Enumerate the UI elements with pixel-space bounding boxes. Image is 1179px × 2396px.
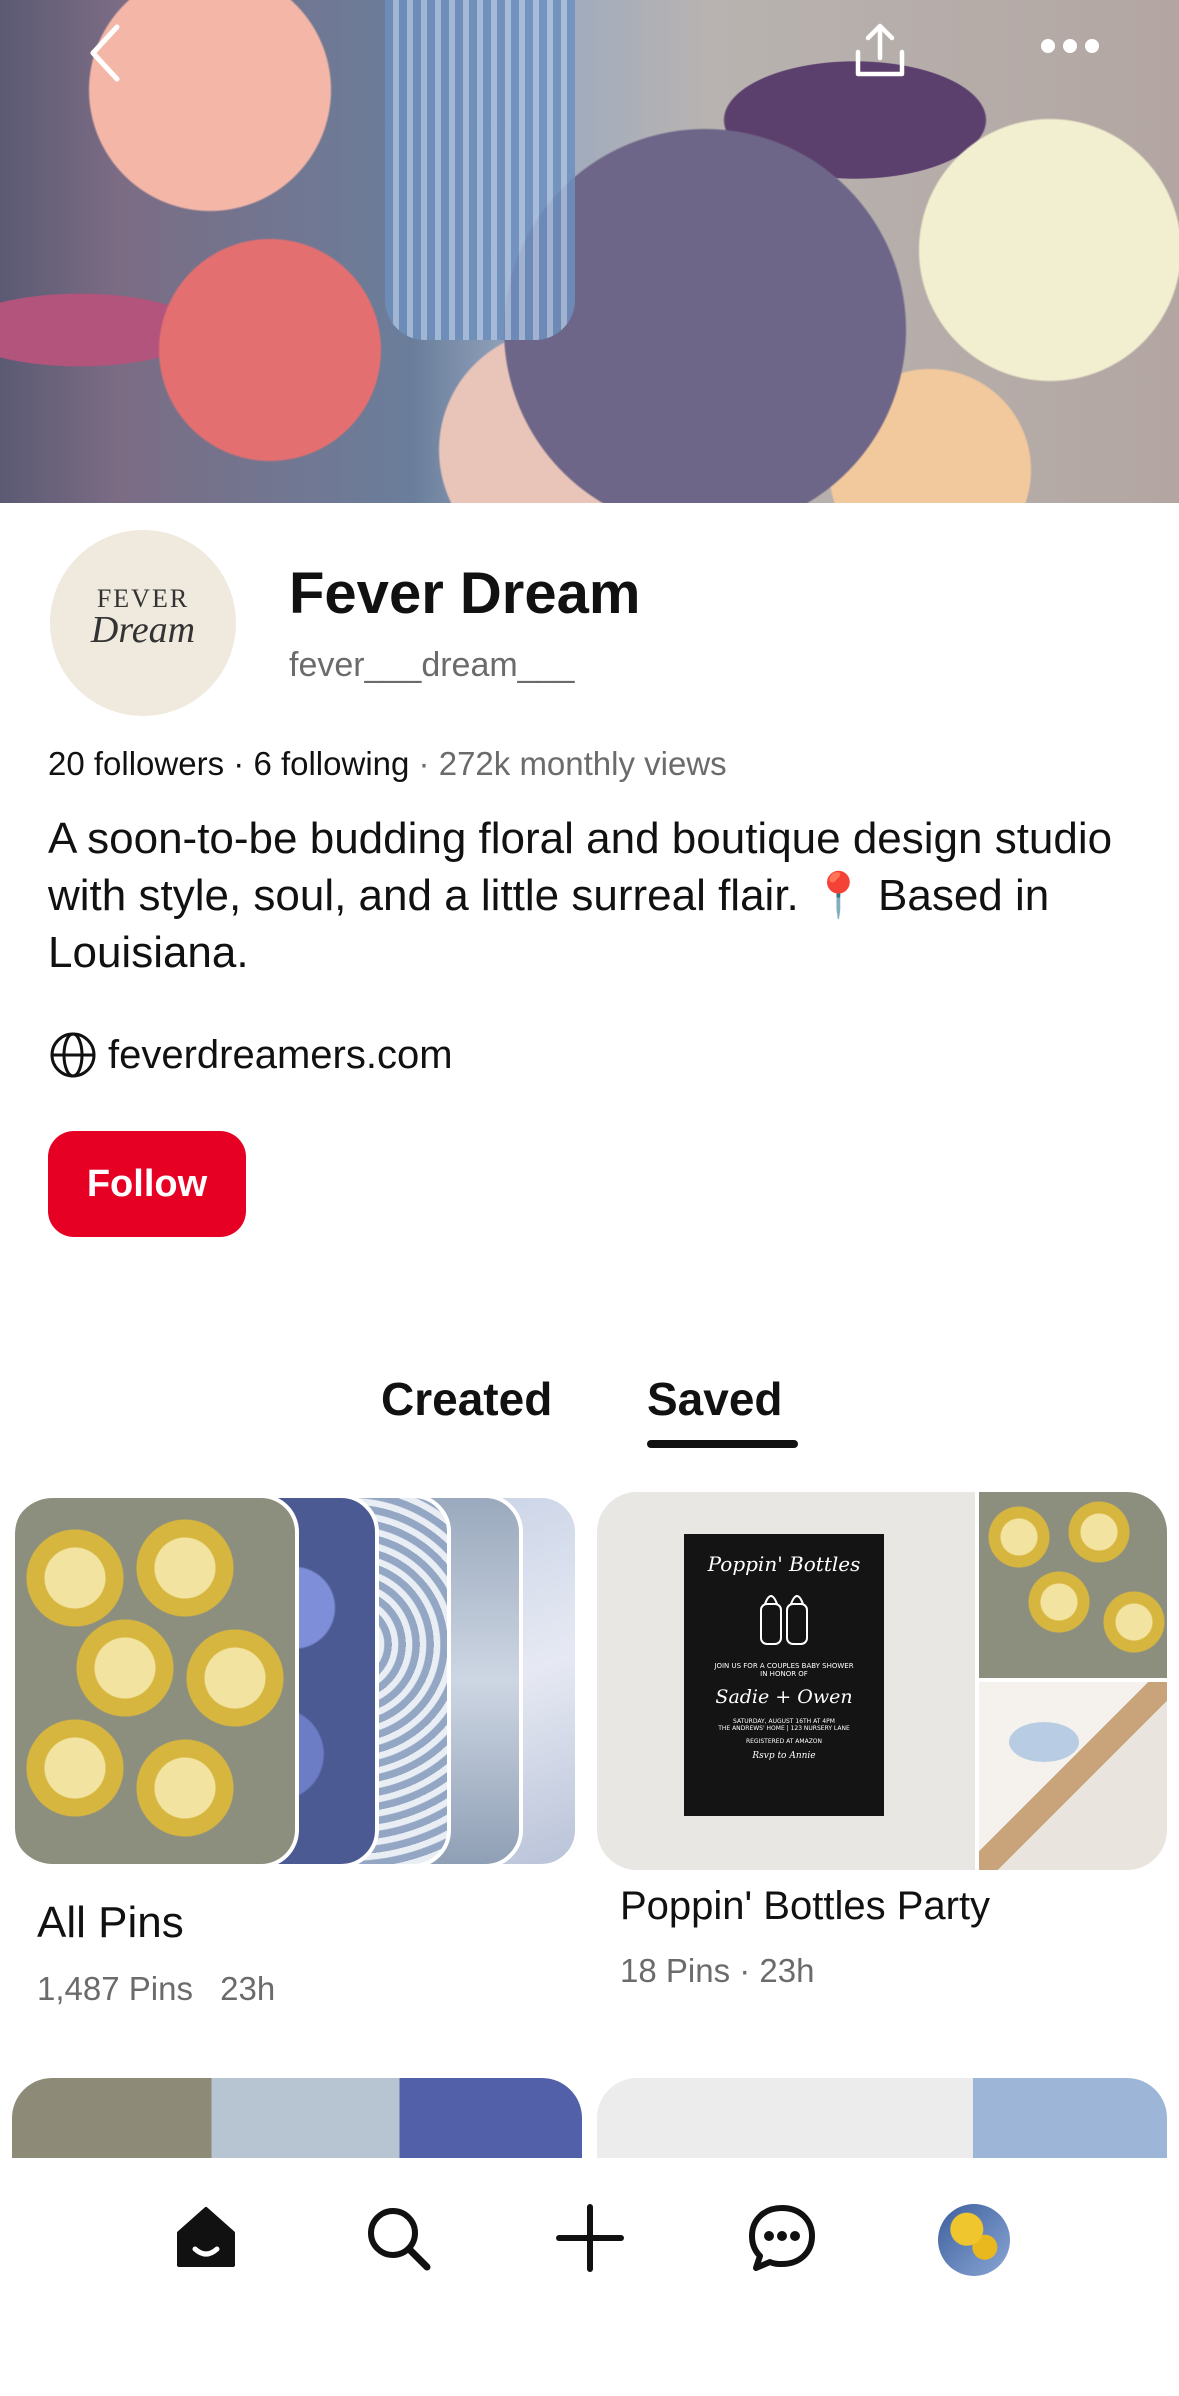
invite-line4: THE ANDREWS' HOME | 123 NURSERY LANE <box>718 1725 850 1732</box>
share-upload-icon <box>855 23 905 77</box>
invite-line3: SATURDAY, AUGUST 16TH AT 4PM <box>733 1718 835 1725</box>
following-count[interactable]: 6 following <box>253 745 409 782</box>
stats-separator: · <box>418 745 439 782</box>
board-meta: 18 Pins · 23h <box>620 1952 815 1989</box>
back-button[interactable] <box>70 18 140 88</box>
board-card-poppin-bottles[interactable]: Poppin' Bottles JOIN US FOR A COUPLES BA… <box>597 1492 1167 1870</box>
tab-created[interactable]: Created <box>381 1372 552 1426</box>
stats-separator: · <box>233 745 254 782</box>
chevron-left-icon <box>90 24 120 82</box>
active-tab-indicator <box>647 1440 798 1448</box>
board-preview-image <box>979 1682 1167 1870</box>
profile-cover-image <box>0 0 1179 503</box>
cover-decor <box>385 0 575 340</box>
board-title[interactable]: Poppin' Bottles Party <box>620 1884 990 1929</box>
more-horizontal-icon <box>1041 39 1099 53</box>
board-updated: 23h <box>220 1970 276 2007</box>
profile-handle: fever___dream___ <box>289 646 575 684</box>
board-preview-image <box>979 1492 1167 1678</box>
invite-names: Sadie + Owen <box>715 1686 853 1708</box>
nav-create[interactable] <box>550 2198 630 2278</box>
messages-icon <box>749 2205 815 2271</box>
website-link[interactable]: feverdreamers.com <box>48 1030 453 1080</box>
more-options-button[interactable] <box>1030 16 1110 76</box>
nav-home[interactable] <box>166 2198 246 2278</box>
globe-icon <box>50 1032 96 1078</box>
profile-bio: A soon-to-be budding floral and boutique… <box>48 814 1113 977</box>
board-title[interactable]: All Pins <box>37 1898 184 1948</box>
nav-profile-avatar[interactable] <box>938 2204 1010 2276</box>
create-plus-icon <box>556 2204 624 2272</box>
board-cover-image: Poppin' Bottles JOIN US FOR A COUPLES BA… <box>597 1492 975 1870</box>
invitation-card: Poppin' Bottles JOIN US FOR A COUPLES BA… <box>684 1534 884 1816</box>
profile-stats: 20 followers · 6 following · 272k monthl… <box>48 745 727 783</box>
invite-line5: REGISTERED AT AMAZON <box>745 1738 823 1745</box>
follow-button[interactable]: Follow <box>48 1131 246 1237</box>
board-card-all-pins[interactable] <box>15 1494 579 1868</box>
nav-messages[interactable] <box>742 2198 822 2278</box>
followers-count[interactable]: 20 followers <box>48 745 224 782</box>
website-url: feverdreamers.com <box>108 1032 453 1077</box>
profile-name: Fever Dream <box>289 561 641 626</box>
balloon-garland <box>1009 1722 1079 1762</box>
nav-search[interactable] <box>358 2198 438 2278</box>
board-pin-count: 1,487 Pins <box>37 1970 193 2007</box>
avatar-logo-line2: Dream <box>90 609 196 651</box>
bottom-navigation-bar <box>0 2158 1179 2396</box>
invite-line1: JOIN US FOR A COUPLES BABY SHOWER <box>714 1662 854 1670</box>
tab-saved[interactable]: Saved <box>647 1372 783 1426</box>
board-meta: 1,487 Pins 23h <box>37 1970 275 2008</box>
monthly-views: 272k monthly views <box>438 745 727 782</box>
invite-heading: Poppin' Bottles <box>707 1552 861 1576</box>
profile-avatar[interactable]: FEVER Dream <box>50 530 236 716</box>
home-icon <box>177 2207 235 2267</box>
invite-line2: IN HONOR OF <box>760 1670 808 1678</box>
search-icon <box>368 2208 431 2271</box>
invite-line6: Rsvp to Annie <box>752 1751 816 1761</box>
baby-bottles-icon <box>760 1595 808 1645</box>
board-cover-image <box>15 1494 299 1868</box>
share-button[interactable] <box>840 10 920 90</box>
